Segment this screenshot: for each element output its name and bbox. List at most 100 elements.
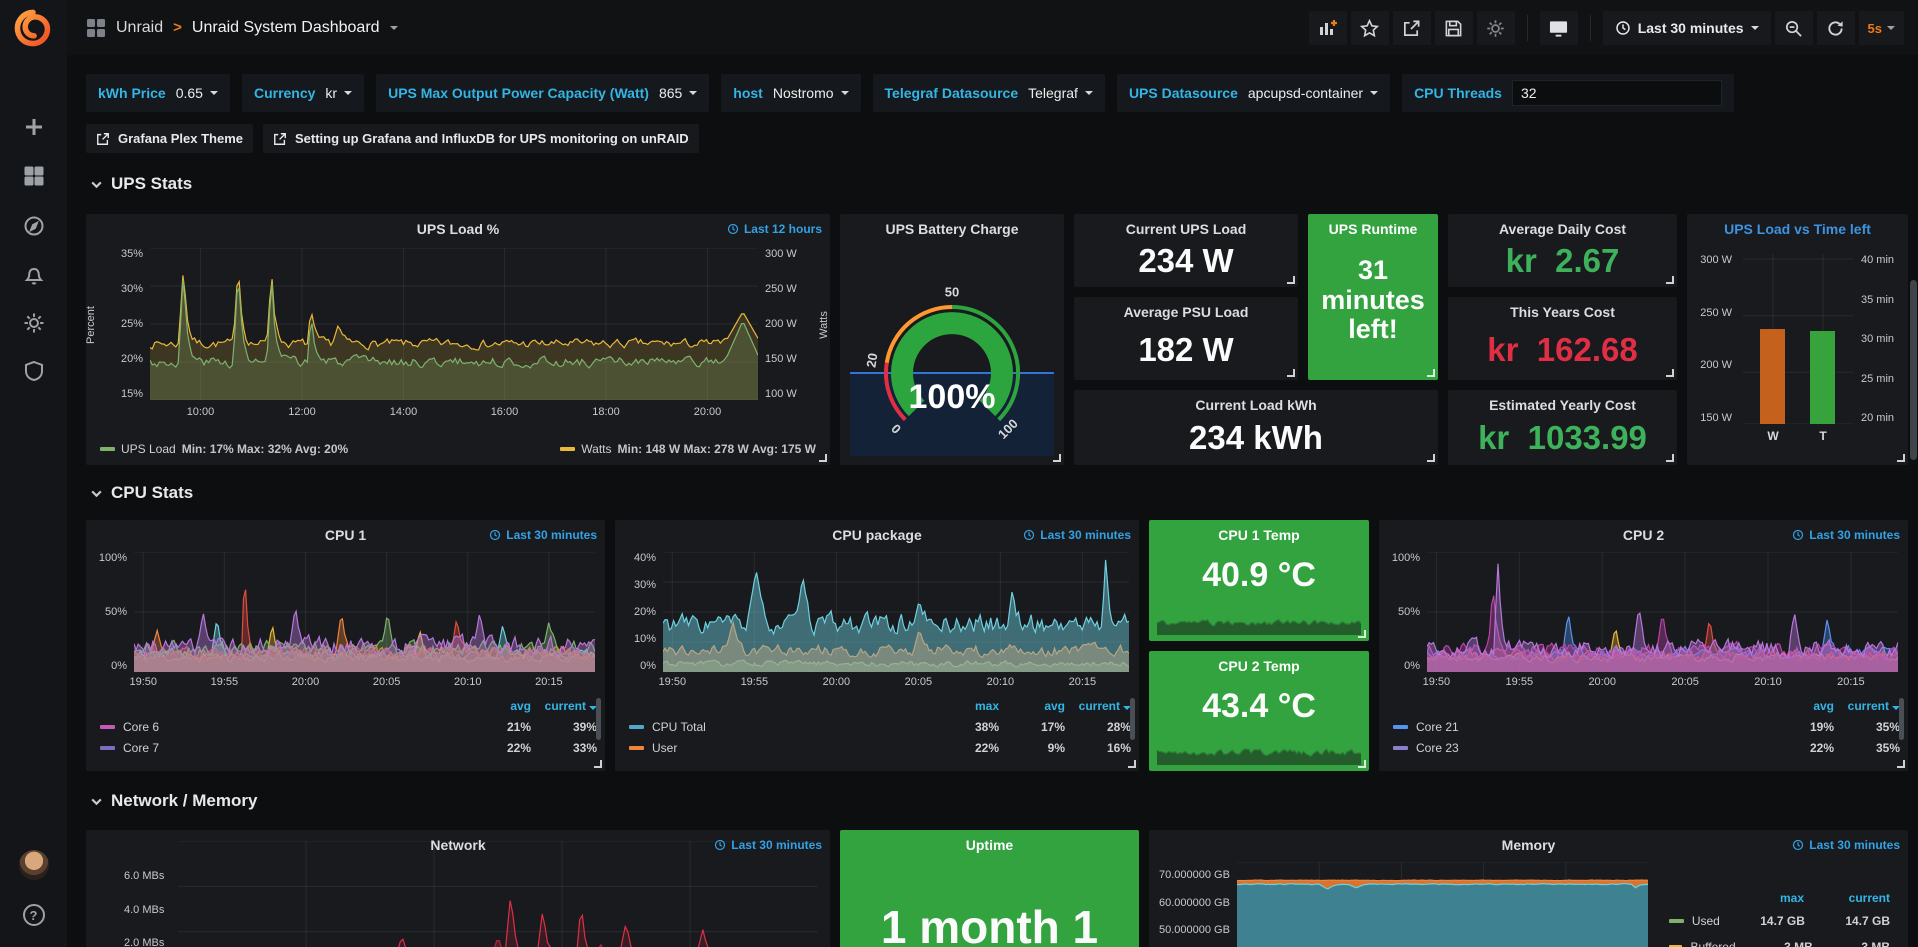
- legend-series-name[interactable]: Core 21: [1416, 720, 1768, 734]
- help-icon[interactable]: ?: [0, 895, 67, 935]
- save-icon: [1444, 19, 1463, 38]
- bar-label-t: T: [1819, 429, 1826, 443]
- legend-scrollbar[interactable]: [1899, 698, 1904, 740]
- configuration-gear-icon[interactable]: [0, 303, 67, 343]
- series-color-watts: [560, 447, 575, 451]
- stat-value: 31 minutes left!: [1308, 256, 1438, 345]
- variable-value-dropdown[interactable]: apcupsd-container: [1248, 85, 1378, 101]
- create-icon[interactable]: [0, 107, 67, 147]
- panel-title[interactable]: Average Daily Cost: [1448, 221, 1677, 237]
- legend-series-name[interactable]: User: [652, 741, 933, 755]
- panel-average-psu-load: Average PSU Load 182 W: [1074, 297, 1298, 380]
- panel-title[interactable]: Current Load kWh: [1074, 397, 1438, 413]
- network-chart: [178, 841, 818, 947]
- time-range-link[interactable]: Last 30 minutes: [1023, 528, 1131, 542]
- cpu-threads-input[interactable]: [1512, 80, 1722, 106]
- panel-title[interactable]: UPS Battery Charge: [840, 221, 1064, 237]
- server-admin-shield-icon[interactable]: [0, 351, 67, 391]
- variable-label: UPS Max Output Power Capacity (Watt): [388, 85, 649, 101]
- dashboard-settings-button[interactable]: [1477, 11, 1515, 45]
- variable-value-dropdown[interactable]: kr: [325, 85, 352, 101]
- variable-value-dropdown[interactable]: 0.65: [176, 85, 218, 101]
- panel-title-link[interactable]: UPS Load vs Time left: [1687, 221, 1908, 237]
- y-axis-label-right: Watts: [818, 311, 830, 339]
- legend-series-name[interactable]: Buffered: [1690, 940, 1735, 947]
- chevron-down-icon: [90, 487, 103, 500]
- legend-sort-avg[interactable]: avg: [999, 699, 1065, 713]
- y-axis-label-left: Percent: [85, 306, 97, 344]
- variable-value-dropdown[interactable]: Telegraf: [1028, 85, 1093, 101]
- panel-title[interactable]: UPS Load %: [86, 221, 830, 237]
- legend-scrollbar[interactable]: [1130, 698, 1135, 740]
- series-color-ups-load: [100, 447, 115, 451]
- add-panel-button[interactable]: [1309, 11, 1347, 45]
- legend-value: 28%: [1065, 720, 1131, 734]
- clock-icon: [1615, 20, 1631, 36]
- explore-icon[interactable]: [0, 206, 67, 246]
- refresh-interval-picker[interactable]: 5s: [1859, 11, 1904, 45]
- legend-series-name[interactable]: Used: [1692, 914, 1720, 928]
- refresh-button[interactable]: [1817, 11, 1855, 45]
- legend-sort-current[interactable]: current: [1065, 699, 1131, 713]
- grafana-logo[interactable]: [13, 8, 53, 48]
- share-dashboard-button[interactable]: [1393, 11, 1431, 45]
- legend-sort-current[interactable]: current: [531, 699, 597, 713]
- page-scrollbar[interactable]: [1910, 280, 1917, 460]
- star-dashboard-button[interactable]: [1351, 11, 1389, 45]
- legend-scrollbar[interactable]: [596, 698, 601, 740]
- time-range-link[interactable]: Last 30 minutes: [714, 838, 822, 852]
- time-range-link[interactable]: Last 30 minutes: [1792, 838, 1900, 852]
- section-cpu-stats[interactable]: CPU Stats: [90, 483, 193, 503]
- dashboard-title-caret-icon[interactable]: [390, 26, 398, 30]
- legend-series-name[interactable]: Core 6: [123, 720, 465, 734]
- panel-title[interactable]: UPS Runtime: [1308, 221, 1438, 237]
- legend-sort-max[interactable]: max: [933, 699, 999, 713]
- alerting-bell-icon[interactable]: [0, 255, 67, 295]
- legend-sort-max[interactable]: max: [1718, 891, 1804, 905]
- legend-series-name[interactable]: UPS Load: [121, 442, 176, 456]
- legend-sort-avg[interactable]: avg: [465, 699, 531, 713]
- breadcrumb-folder[interactable]: Unraid: [116, 19, 163, 37]
- user-avatar[interactable]: [0, 845, 67, 885]
- legend-series-name[interactable]: Watts: [581, 442, 611, 456]
- variable-value-dropdown[interactable]: Nostromo: [773, 85, 849, 101]
- section-network-memory[interactable]: Network / Memory: [90, 791, 257, 811]
- zoom-out-time-button[interactable]: [1775, 11, 1813, 45]
- save-dashboard-button[interactable]: [1435, 11, 1473, 45]
- legend-sort-current[interactable]: current: [1804, 891, 1890, 905]
- dashboard-title[interactable]: Unraid System Dashboard: [192, 19, 380, 37]
- legend-series-name[interactable]: Core 23: [1416, 741, 1768, 755]
- panel-current-ups-load: Current UPS Load 234 W: [1074, 214, 1298, 287]
- section-ups-stats[interactable]: UPS Stats: [90, 174, 192, 194]
- panel-title[interactable]: Average PSU Load: [1074, 304, 1298, 320]
- panel-title[interactable]: Current UPS Load: [1074, 221, 1298, 237]
- variable-ups-datasource: UPS Datasource apcupsd-container: [1117, 74, 1390, 112]
- variable-label: kWh Price: [98, 85, 166, 101]
- panel-title[interactable]: CPU 2 Temp: [1149, 658, 1369, 674]
- panel-title[interactable]: CPU 1 Temp: [1149, 527, 1369, 543]
- y-tick: 2.0 MBs: [124, 937, 164, 947]
- panel-title[interactable]: Uptime: [840, 837, 1139, 853]
- legend-value: 14.7 GB: [1720, 914, 1805, 928]
- legend-row: CPU Total 38% 17% 28%: [629, 716, 1131, 737]
- legend-value: 39%: [531, 720, 597, 734]
- stat-value: kr 2.67: [1448, 242, 1677, 280]
- legend-row: User 22% 9% 16%: [629, 737, 1131, 758]
- link-ups-monitoring-guide[interactable]: Setting up Grafana and InfluxDB for UPS …: [263, 124, 699, 153]
- time-range-picker[interactable]: Last 30 minutes: [1603, 11, 1771, 45]
- legend-series-name[interactable]: Core 7: [123, 741, 465, 755]
- variable-value-dropdown[interactable]: 865: [659, 85, 697, 101]
- link-grafana-plex-theme[interactable]: Grafana Plex Theme: [86, 124, 253, 153]
- legend-sort-current[interactable]: current: [1834, 699, 1900, 713]
- dashboard-grid-icon[interactable]: [86, 18, 106, 38]
- dashboards-icon[interactable]: [0, 156, 67, 196]
- cycle-view-mode-button[interactable]: [1540, 11, 1578, 45]
- series-color: [1393, 746, 1408, 750]
- legend-sort-avg[interactable]: avg: [1768, 699, 1834, 713]
- time-range-link[interactable]: Last 30 minutes: [489, 528, 597, 542]
- panel-title[interactable]: Estimated Yearly Cost: [1448, 397, 1677, 413]
- legend-series-name[interactable]: CPU Total: [652, 720, 933, 734]
- time-range-link[interactable]: Last 30 minutes: [1792, 528, 1900, 542]
- panel-title[interactable]: This Years Cost: [1448, 304, 1677, 320]
- time-range-link[interactable]: Last 12 hours: [727, 222, 822, 236]
